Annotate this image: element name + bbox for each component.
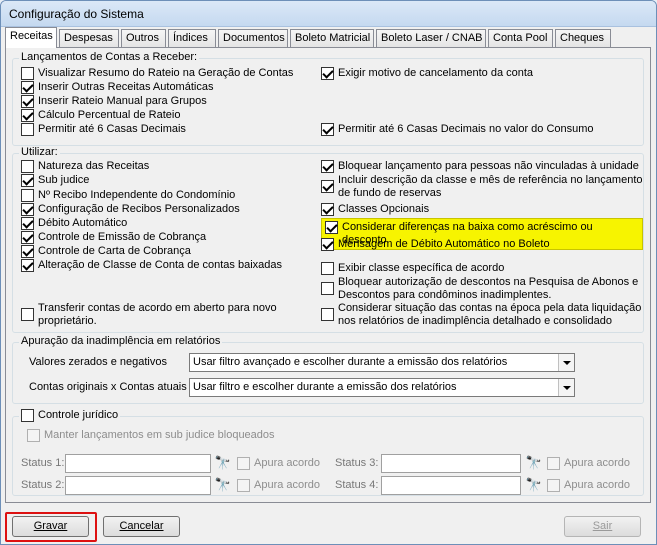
chk-bloquear-lancamento[interactable]: Bloquear lançamento para pessoas não vin… [321,160,639,173]
tab-indices[interactable]: Índices [168,29,216,48]
lancamentos-group: Lançamentos de Contas a Receber: Visuali… [12,51,644,146]
status3-input[interactable] [381,454,521,473]
cancelar-button[interactable]: Cancelar [103,516,180,537]
chk-alteracao-classe[interactable]: Alteração de Classe de Conta de contas b… [21,259,282,272]
chk-6-casas-consumo[interactable]: Permitir até 6 Casas Decimais no valor d… [321,123,594,136]
chk-situacao-contas[interactable]: Considerar situação das contas na época … [321,302,641,328]
chk-apura-acordo-4[interactable]: Apura acordo [547,479,630,492]
chevron-down-icon[interactable] [558,354,574,371]
chk-6-casas[interactable]: Permitir até 6 Casas Decimais [21,123,186,136]
apuracao-group: Apuração da inadimplência em relatórios … [12,335,644,404]
chk-bloquear-descontos[interactable]: Bloquear autorização de descontos na Pes… [321,276,638,302]
chk-recibo-independente[interactable]: Nº Recibo Independente do Condomínio [21,189,235,202]
valores-zerados-label: Valores zerados e negativos [29,356,167,368]
tab-conta-pool[interactable]: Conta Pool [488,29,553,48]
valores-zerados-select[interactable]: Usar filtro avançado e escolher durante … [189,353,575,372]
tab-boleto-laser[interactable]: Boleto Laser / CNAB [376,29,486,48]
chk-classes-opcionais[interactable]: Classes Opcionais [321,203,429,216]
receitas-panel: Lançamentos de Contas a Receber: Visuali… [5,47,651,503]
chk-calculo-percentual[interactable]: Cálculo Percentual de Rateio [21,109,180,122]
chk-incluir-descricao[interactable]: Incluir descrição da classe e mês de ref… [321,174,643,200]
gravar-button[interactable]: Gravar [12,516,89,537]
status1-input[interactable] [65,454,211,473]
chk-manter-lancamentos[interactable]: Manter lançamentos em sub judice bloquea… [27,429,275,442]
chk-apura-acordo-1[interactable]: Apura acordo [237,457,320,470]
title-bar: Configuração do Sistema [1,1,656,27]
config-window: Configuração do Sistema Receitas Despesa… [0,0,657,545]
tab-boleto-matricial[interactable]: Boleto Matricial [290,29,374,48]
binoculars-icon[interactable]: 🔭 [525,455,543,471]
lancamentos-legend: Lançamentos de Contas a Receber: [19,51,200,63]
contas-originais-select[interactable]: Usar filtro e escolher durante a emissão… [189,378,575,397]
binoculars-icon[interactable]: 🔭 [525,477,543,493]
chk-rateio-manual[interactable]: Inserir Rateio Manual para Grupos [21,95,207,108]
chk-debito-automatico[interactable]: Débito Automático [21,217,127,230]
sair-button[interactable]: Sair [564,516,641,537]
window-title: Configuração do Sistema [9,7,144,21]
tab-outros[interactable]: Outros [121,29,166,48]
chk-natureza-receitas[interactable]: Natureza das Receitas [21,160,149,173]
chevron-down-icon[interactable] [558,379,574,396]
binoculars-icon[interactable]: 🔭 [214,477,232,493]
chk-exigir-motivo[interactable]: Exigir motivo de cancelamento da conta [321,67,533,80]
chk-mensagem-debito[interactable]: Mensagem de Débito Automático no Boleto [321,238,550,251]
status4-label: Status 4: [335,479,379,491]
chk-apura-acordo-2[interactable]: Apura acordo [237,479,320,492]
chk-visualizar-resumo[interactable]: Visualizar Resumo do Rateio na Geração d… [21,67,293,80]
chk-outras-receitas[interactable]: Inserir Outras Receitas Automáticas [21,81,213,94]
chk-emissao-cobranca[interactable]: Controle de Emissão de Cobrança [21,231,206,244]
tab-documentos[interactable]: Documentos [218,29,288,48]
apuracao-legend: Apuração da inadimplência em relatórios [19,335,223,347]
chk-sub-judice[interactable]: Sub judice [21,174,89,187]
status2-label: Status 2: [21,479,65,491]
contas-originais-label: Contas originais x Contas atuais [29,381,187,393]
chk-carta-cobranca[interactable]: Controle de Carta de Cobrança [21,245,191,258]
status4-input[interactable] [381,476,521,495]
tab-receitas[interactable]: Receitas [5,27,57,48]
tab-despesas[interactable]: Despesas [59,29,119,48]
juridico-group: Controle jurídico Manter lançamentos em … [12,409,644,496]
utilizar-group: Utilizar: Natureza das Receitas Sub judi… [12,146,644,333]
tab-cheques[interactable]: Cheques [555,29,611,48]
chk-exibir-classe-acordo[interactable]: Exibir classe específica de acordo [321,262,504,275]
chk-controle-juridico[interactable]: Controle jurídico [19,409,121,422]
chk-apura-acordo-3[interactable]: Apura acordo [547,457,630,470]
status1-label: Status 1: [21,457,65,469]
utilizar-legend: Utilizar: [19,146,60,158]
binoculars-icon[interactable]: 🔭 [214,455,232,471]
status3-label: Status 3: [335,457,379,469]
status2-input[interactable] [65,476,211,495]
chk-recibos-personalizados[interactable]: Configuração de Recibos Personalizados [21,203,240,216]
chk-transferir-contas[interactable]: Transferir contas de acordo em aberto pa… [21,302,277,328]
